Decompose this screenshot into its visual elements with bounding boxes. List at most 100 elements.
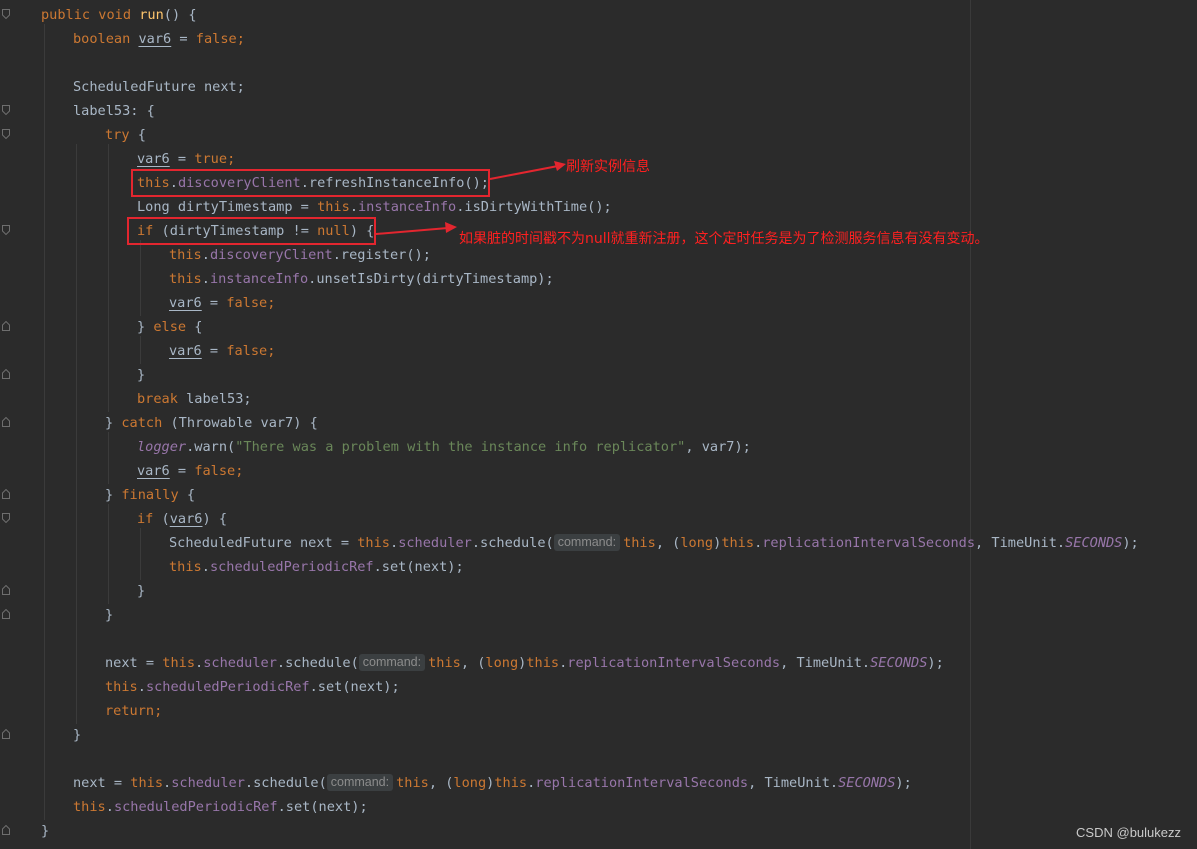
code-text: . xyxy=(163,775,172,791)
code-line[interactable]: break label53; xyxy=(137,387,252,411)
code-text: ); xyxy=(1122,535,1139,551)
keyword: false xyxy=(226,343,268,359)
code-text: } xyxy=(41,823,50,839)
code-text: , TimeUnit. xyxy=(780,655,871,671)
keyword: this xyxy=(428,655,461,671)
field: scheduler xyxy=(171,775,245,791)
field: scheduledPeriodicRef xyxy=(145,679,310,695)
highlight-box-if-dirty xyxy=(127,217,376,245)
code-line[interactable]: return; xyxy=(105,699,162,723)
indent-guide xyxy=(76,144,77,724)
code-line[interactable]: } else { xyxy=(137,315,203,339)
code-text: , var7); xyxy=(685,439,751,455)
keyword: this xyxy=(73,799,106,815)
keyword: this xyxy=(721,535,755,551)
fold-marker-icon[interactable] xyxy=(2,513,10,523)
code-text: ScheduledFuture next; xyxy=(73,79,245,95)
fold-marker-icon[interactable] xyxy=(2,105,10,115)
fold-marker-icon[interactable] xyxy=(2,225,10,235)
field: scheduledPeriodicRef xyxy=(113,799,278,815)
keyword: this xyxy=(396,775,429,791)
code-line[interactable]: try { xyxy=(105,123,146,147)
indent-guide xyxy=(108,144,109,412)
code-line[interactable]: var6 = false; xyxy=(169,339,275,363)
keyword: false xyxy=(194,463,236,479)
fold-marker-icon[interactable] xyxy=(2,825,10,835)
code-text: .set(next); xyxy=(373,559,464,575)
code-line[interactable]: this.scheduledPeriodicRef.set(next); xyxy=(73,795,368,819)
code-line[interactable]: next = this.scheduler.schedule(command: t… xyxy=(105,651,944,675)
code-line[interactable]: } finally { xyxy=(105,483,195,507)
fold-marker-icon[interactable] xyxy=(2,417,10,427)
code-line[interactable]: } xyxy=(41,819,49,843)
code-text: label53; xyxy=(177,391,252,407)
code-text: .set(next); xyxy=(309,679,400,695)
code-text: .schedule( xyxy=(244,775,327,791)
code-text: = xyxy=(171,31,196,47)
code-text: .set(next); xyxy=(277,799,368,815)
variable: var6 xyxy=(169,343,202,359)
fold-marker-icon[interactable] xyxy=(2,321,10,331)
code-line[interactable]: if (var6) { xyxy=(137,507,227,531)
code-text: .warn( xyxy=(186,439,236,455)
fold-marker-icon[interactable] xyxy=(2,369,10,379)
field: scheduler xyxy=(203,655,277,671)
keyword: long xyxy=(485,655,519,671)
code-text: , ( xyxy=(460,655,486,671)
code-line[interactable]: } xyxy=(137,579,145,603)
code-line[interactable]: this.scheduledPeriodicRef.set(next); xyxy=(105,675,400,699)
code-text: . xyxy=(195,655,204,671)
keyword: else xyxy=(153,319,187,335)
code-text: label53: { xyxy=(73,103,155,119)
fold-marker-icon[interactable] xyxy=(2,129,10,139)
code-line[interactable]: } catch (Throwable var7) { xyxy=(105,411,318,435)
code-line[interactable]: var6 = true; xyxy=(137,147,235,171)
fold-marker-icon[interactable] xyxy=(2,729,10,739)
code-text: , TimeUnit. xyxy=(975,535,1066,551)
code-line[interactable]: public void run() { xyxy=(41,3,197,27)
annotation-arrow-icon xyxy=(375,222,457,235)
variable: var6 xyxy=(137,151,170,167)
code-line[interactable]: var6 = false; xyxy=(169,291,275,315)
code-line[interactable]: this.discoveryClient.register(); xyxy=(169,243,431,267)
code-line[interactable]: } xyxy=(137,363,145,387)
field: replicationIntervalSeconds xyxy=(762,535,976,551)
code-line[interactable]: boolean var6 = false; xyxy=(73,27,245,51)
code-editor[interactable]: public void run() { boolean var6 = false… xyxy=(0,0,1197,849)
keyword: this xyxy=(169,559,202,575)
code-line[interactable]: ScheduledFuture next; xyxy=(73,75,245,99)
code-line[interactable]: Long dirtyTimestamp = this.instanceInfo.… xyxy=(137,195,612,219)
code-line[interactable]: logger.warn("There was a problem with th… xyxy=(137,435,751,459)
code-line[interactable]: this.scheduledPeriodicRef.set(next); xyxy=(169,555,464,579)
static-constant: SECONDS xyxy=(870,655,928,671)
field: instanceInfo xyxy=(209,271,309,287)
code-text: { xyxy=(178,487,196,503)
code-line[interactable]: } xyxy=(73,723,81,747)
field: replicationIntervalSeconds xyxy=(535,775,749,791)
code-text: Long dirtyTimestamp = xyxy=(137,199,318,215)
fold-marker-icon[interactable] xyxy=(2,585,10,595)
code-text: = xyxy=(169,463,195,479)
code-line[interactable]: var6 = false; xyxy=(137,459,243,483)
code-text: ) { xyxy=(202,511,228,527)
parameter-hint: command: xyxy=(326,774,394,791)
code-line[interactable]: label53: { xyxy=(73,99,155,123)
fold-marker-icon[interactable] xyxy=(2,609,10,619)
code-text: ; xyxy=(267,295,276,311)
code-line[interactable]: next = this.scheduler.schedule(command: t… xyxy=(73,771,912,795)
fold-marker-icon[interactable] xyxy=(2,9,10,19)
code-text: . xyxy=(137,679,146,695)
fold-marker-icon[interactable] xyxy=(2,489,10,499)
code-text: next = xyxy=(73,775,131,791)
annotation-refresh-note: 刷新实例信息 xyxy=(566,159,650,175)
code-text: { xyxy=(129,127,146,143)
string-literal: "There was a problem with the instance i… xyxy=(235,439,686,455)
static-constant: SECONDS xyxy=(838,775,896,791)
code-line[interactable]: ScheduledFuture next = this.scheduler.sc… xyxy=(169,531,1139,555)
annotation-dirty-note: 如果脏的时间戳不为null就重新注册，这个定时任务是为了检测服务信息有没有变动。 xyxy=(459,231,989,247)
code-text: } xyxy=(137,319,154,335)
code-line[interactable]: this.instanceInfo.unsetIsDirty(dirtyTime… xyxy=(169,267,554,291)
code-text: = xyxy=(169,151,195,167)
code-line[interactable]: } xyxy=(105,603,113,627)
variable: var6 xyxy=(169,295,202,311)
